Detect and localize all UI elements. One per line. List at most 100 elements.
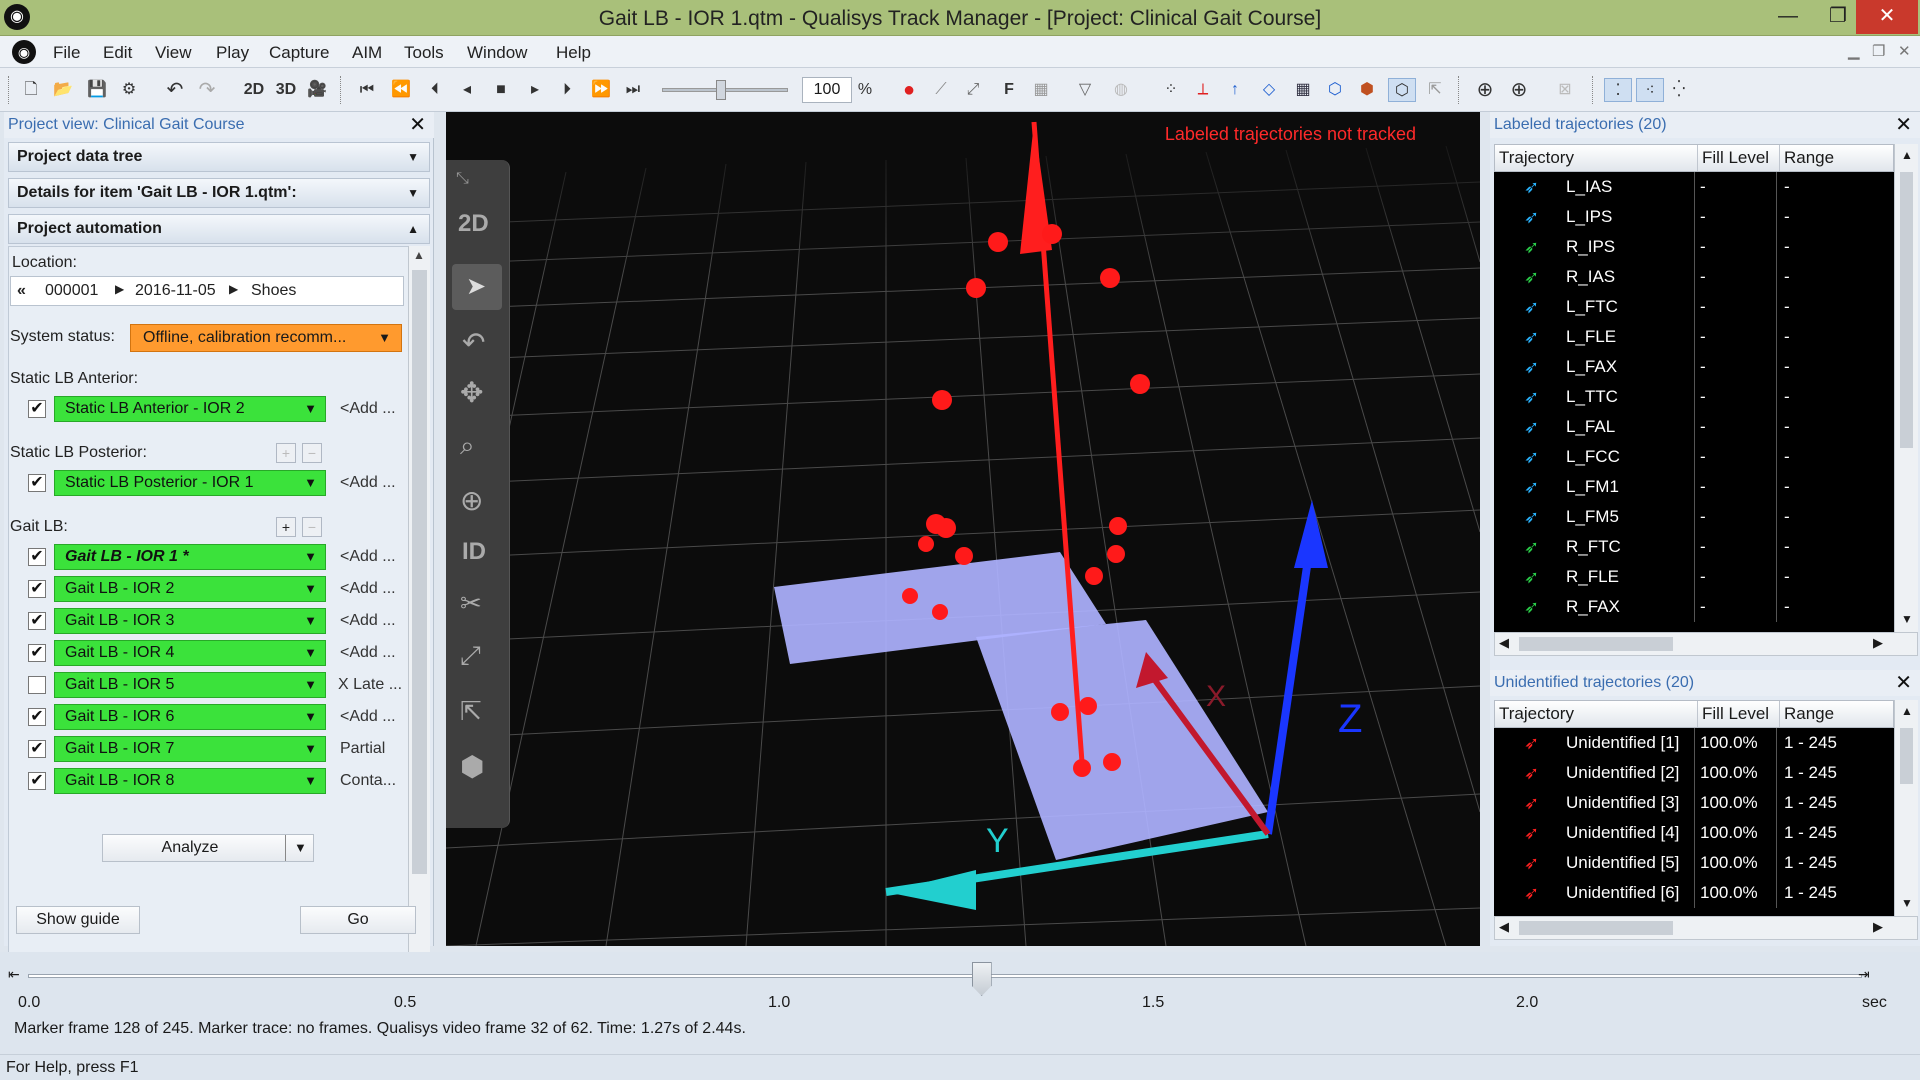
marker-label-icon[interactable]: ⁘ [1160, 78, 1182, 102]
menu-help[interactable]: Help [556, 43, 591, 63]
open-folder-icon[interactable]: 📂 [52, 78, 74, 102]
gait-checkbox[interactable]: ✔ [28, 644, 46, 662]
scroll-thumb[interactable] [1900, 172, 1913, 448]
close-icon[interactable]: ✕ [1895, 112, 1912, 138]
add-link[interactable]: <Add ... [340, 474, 396, 492]
labeled-row[interactable]: ➶ L_FAL - - [1494, 412, 1894, 442]
show-guide-button[interactable]: Show guide [16, 906, 140, 934]
menu-view[interactable]: View [155, 43, 192, 63]
fast-forward-icon[interactable]: ⏩ [590, 78, 612, 102]
step-forward-icon[interactable]: ⏵ [556, 78, 578, 102]
gait-checkbox[interactable]: ✔ [28, 708, 46, 726]
menu-window[interactable]: Window [467, 43, 527, 63]
select-tool-icon[interactable]: ⇱ [1424, 78, 1446, 102]
trace-left-icon[interactable]: ⁚ [1604, 78, 1632, 102]
last-frame-icon[interactable]: ⏭ [622, 78, 644, 102]
record-icon[interactable]: ● [898, 78, 920, 102]
breadcrumb-item[interactable]: 2016-11-05 [135, 282, 216, 300]
close-button[interactable]: ✕ [1856, 0, 1918, 34]
system-status-dropdown[interactable]: Offline, calibration recomm... ▼ [130, 324, 402, 352]
target-add-icon[interactable]: ⊕ [1508, 78, 1530, 102]
col-range[interactable]: Range [1779, 145, 1834, 171]
cube-view-icon[interactable]: ⬡ [1388, 78, 1416, 102]
redo-icon[interactable]: ↷ [196, 78, 218, 102]
gait-measurement[interactable]: Gait LB - IOR 3 ▼ [54, 608, 326, 634]
volume-icon[interactable]: ⬡ [1324, 78, 1346, 102]
identify-tool[interactable]: ID [462, 538, 486, 566]
zoom-icon[interactable]: ⌕ [460, 430, 475, 462]
unidentified-row[interactable]: ➶ Unidentified [1] 100.0% 1 - 245 [1494, 728, 1894, 758]
close-icon[interactable]: ✕ [409, 112, 426, 138]
bone-icon[interactable]: ⤢ [460, 640, 481, 672]
unidentified-row[interactable]: ➶ Unidentified [5] 100.0% 1 - 245 [1494, 848, 1894, 878]
trace-tool-icon[interactable]: ⟋ [930, 78, 952, 102]
axis-z-icon[interactable]: ⟂ [1192, 78, 1214, 102]
col-trajectory[interactable]: Trajectory [1499, 701, 1574, 727]
col-fill-level[interactable]: Fill Level [1697, 145, 1769, 171]
timeline-end-icon[interactable]: ⇥ [1858, 966, 1870, 983]
timeline-track[interactable] [28, 974, 1862, 978]
static-posterior-checkbox[interactable]: ✔ [28, 474, 46, 492]
add-link[interactable]: <Add ... [340, 644, 396, 662]
fast-back-icon[interactable]: ⏪ [390, 78, 412, 102]
go-button[interactable]: Go [300, 906, 416, 934]
undo-icon[interactable]: ↶ [164, 78, 186, 102]
cube-icon[interactable]: ⬢ [460, 750, 484, 783]
scroll-thumb[interactable] [1900, 728, 1913, 784]
add-link[interactable]: <Add ... [340, 708, 396, 726]
menu-aim[interactable]: AIM [352, 43, 382, 63]
labeled-hscroll[interactable]: ◀ ▶ [1494, 632, 1918, 656]
scroll-thumb[interactable] [412, 270, 427, 874]
plane-icon[interactable]: ◇ [1258, 78, 1280, 102]
breadcrumb-back[interactable]: « [17, 282, 26, 300]
mdi-minimize-icon[interactable]: ▁ [1848, 42, 1860, 60]
gait-checkbox[interactable]: ✔ [28, 548, 46, 566]
expand-icon[interactable]: ⤡ [456, 170, 469, 188]
labeled-row[interactable]: ➶ R_FTC - - [1494, 532, 1894, 562]
scroll-up-icon[interactable]: ▲ [1901, 704, 1913, 718]
labeled-row[interactable]: ➶ L_FLE - - [1494, 322, 1894, 352]
scroll-right-icon[interactable]: ▶ [1873, 919, 1883, 935]
static-anterior-measurement[interactable]: Static LB Anterior - IOR 2 ▼ [54, 396, 326, 422]
bone-tool-icon[interactable]: ⤢ [962, 78, 984, 102]
axis-orient-icon[interactable]: ↑ [1224, 78, 1246, 102]
labeled-row[interactable]: ➶ L_FM1 - - [1494, 472, 1894, 502]
static-posterior-measurement[interactable]: Static LB Posterior - IOR 1 ▼ [54, 470, 326, 496]
labeled-row[interactable]: ➶ L_IAS - - [1494, 172, 1894, 202]
menu-play[interactable]: Play [216, 43, 249, 63]
menu-capture[interactable]: Capture [269, 43, 329, 63]
crosshair-icon[interactable]: ⊕ [1474, 78, 1496, 102]
gait-checkbox[interactable]: ✔ [28, 612, 46, 630]
add-link[interactable]: <Add ... [340, 548, 396, 566]
static-anterior-checkbox[interactable]: ✔ [28, 400, 46, 418]
pointer-icon[interactable]: ➤ [466, 272, 486, 301]
gait-checkbox[interactable]: ✔ [28, 580, 46, 598]
menu-edit[interactable]: Edit [103, 43, 132, 63]
step-back-icon[interactable]: ⏴ [424, 78, 446, 102]
plot-disabled-icon[interactable]: ⊠ [1552, 78, 1578, 102]
stop-icon[interactable]: ■ [490, 78, 512, 102]
view-3d-button[interactable]: 3D [272, 78, 300, 102]
unidentified-vscroll[interactable]: ▲ ▼ [1894, 700, 1918, 916]
col-fill-level[interactable]: Fill Level [1697, 701, 1769, 727]
force-icon[interactable]: F [998, 78, 1020, 102]
scroll-thumb[interactable] [1519, 921, 1673, 935]
first-frame-icon[interactable]: ⏮ [356, 78, 378, 102]
video-view-icon[interactable]: 🎥 [306, 78, 328, 102]
remove-icon[interactable]: − [302, 517, 322, 537]
location-breadcrumb[interactable]: « 000001 ▶ 2016-11-05 ▶ Shoes [10, 276, 404, 306]
scroll-down-icon[interactable]: ▼ [1901, 612, 1913, 626]
unidentified-row[interactable]: ➶ Unidentified [4] 100.0% 1 - 245 [1494, 818, 1894, 848]
trace-right-icon[interactable]: ⁛ [1668, 78, 1690, 102]
rotate-icon[interactable]: ↶ [462, 326, 485, 359]
late-link[interactable]: X Late ... [338, 676, 402, 694]
play-icon[interactable]: ▸ [524, 78, 546, 102]
unidentified-row[interactable]: ➶ Unidentified [6] 100.0% 1 - 245 [1494, 878, 1894, 908]
scroll-left-icon[interactable]: ◀ [1499, 919, 1509, 935]
3d-scene[interactable]: Y X Z [446, 112, 1480, 946]
labeled-row[interactable]: ➶ L_FCC - - [1494, 442, 1894, 472]
unidentified-row[interactable]: ➶ Unidentified [3] 100.0% 1 - 245 [1494, 788, 1894, 818]
labeled-row[interactable]: ➶ R_FLE - - [1494, 562, 1894, 592]
gait-checkbox[interactable] [28, 676, 46, 694]
gait-measurement[interactable]: Gait LB - IOR 7 ▼ [54, 736, 326, 762]
